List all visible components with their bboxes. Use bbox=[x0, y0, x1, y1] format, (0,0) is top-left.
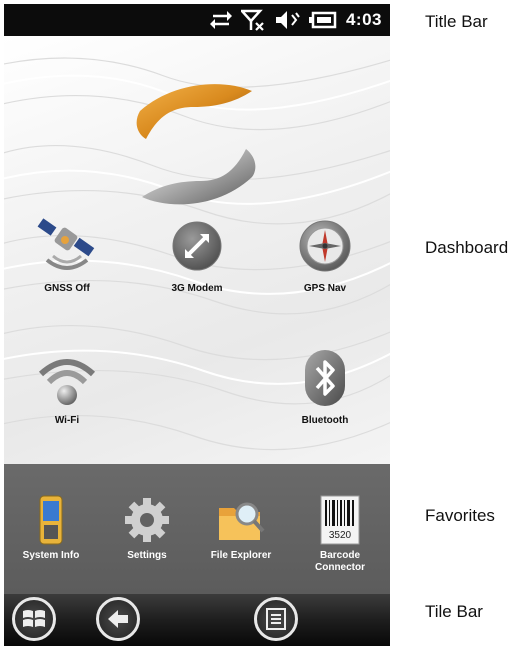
app-label: Bluetooth bbox=[301, 415, 349, 426]
tile-bar bbox=[4, 594, 390, 646]
gear-icon bbox=[125, 498, 169, 542]
windows-start-icon bbox=[23, 610, 45, 627]
battery-charging-icon bbox=[308, 11, 337, 29]
callout-tile-bar: Tile Bar bbox=[425, 602, 483, 621]
satellite-icon bbox=[37, 218, 95, 270]
device-screen: 4:03 GNSS Off 3G Modem GPS Nav Wi-Fi Blu… bbox=[4, 4, 390, 646]
barcode-icon: 3520 bbox=[320, 495, 360, 545]
app-label: GNSS Off bbox=[44, 283, 90, 294]
compass-icon bbox=[299, 220, 351, 272]
app-label: GPS Nav bbox=[303, 283, 347, 294]
fav-file-explorer[interactable]: File Explorer bbox=[196, 494, 286, 562]
favorites-bar: System Info Settings File Explorer 3520 … bbox=[4, 464, 390, 594]
app-label: 3G Modem bbox=[171, 283, 223, 294]
callout-dashboard: Dashboard bbox=[425, 238, 509, 257]
status-bar: 4:03 bbox=[4, 4, 390, 36]
app-gps-nav[interactable]: GPS Nav bbox=[280, 216, 370, 294]
app-wifi[interactable]: Wi-Fi bbox=[22, 348, 112, 426]
clock: 4:03 bbox=[345, 10, 382, 29]
modem-arrows-icon bbox=[172, 221, 222, 271]
back-arrow-icon bbox=[108, 610, 128, 628]
signal-off-icon bbox=[240, 9, 264, 31]
fav-label: System Info bbox=[22, 550, 80, 561]
fav-label: Barcode Connector bbox=[315, 550, 365, 573]
app-label: Wi-Fi bbox=[54, 415, 80, 426]
bluetooth-icon bbox=[305, 350, 345, 406]
fav-system-info[interactable]: System Info bbox=[6, 494, 96, 562]
folder-search-icon bbox=[219, 502, 265, 540]
app-bluetooth[interactable]: Bluetooth bbox=[280, 348, 370, 426]
brand-logo bbox=[136, 84, 256, 205]
fav-barcode-connector[interactable]: 3520 Barcode Connector bbox=[295, 494, 385, 574]
volume-muted-icon bbox=[275, 11, 300, 29]
back-button[interactable] bbox=[96, 597, 140, 641]
wifi-icon bbox=[38, 359, 96, 405]
callout-favorites: Favorites bbox=[425, 506, 495, 525]
fav-label: File Explorer bbox=[210, 550, 272, 561]
menu-list-icon bbox=[266, 608, 286, 630]
callout-title-bar: Title Bar bbox=[425, 12, 488, 31]
app-gnss[interactable]: GNSS Off bbox=[22, 216, 112, 294]
start-button[interactable] bbox=[12, 597, 56, 641]
barcode-number: 3520 bbox=[329, 530, 352, 541]
fav-label: Settings bbox=[127, 550, 167, 561]
handheld-device-icon bbox=[39, 495, 63, 545]
status-icons: 4:03 bbox=[209, 8, 382, 32]
sync-arrows-icon bbox=[209, 11, 232, 29]
app-3g-modem[interactable]: 3G Modem bbox=[152, 216, 242, 294]
dashboard: GNSS Off 3G Modem GPS Nav Wi-Fi Bluetoot… bbox=[4, 36, 390, 464]
menu-button[interactable] bbox=[254, 597, 298, 641]
fav-settings[interactable]: Settings bbox=[102, 494, 192, 562]
